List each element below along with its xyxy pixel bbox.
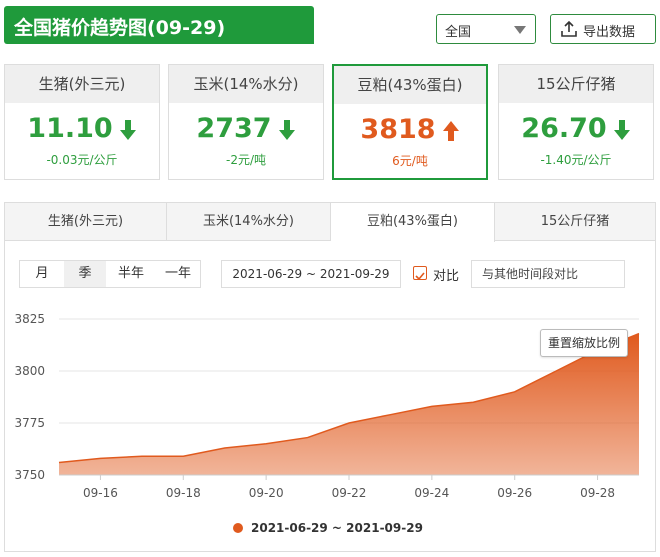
chart-legend[interactable]: 2021-06-29 ~ 2021-09-29 <box>233 521 423 535</box>
price-card-change: -1.40元/公斤 <box>540 153 612 167</box>
x-tick-label: 09-26 <box>497 486 532 500</box>
x-tick-label: 09-16 <box>83 486 118 500</box>
legend-marker <box>233 523 243 533</box>
arrow-down-icon <box>613 119 630 140</box>
price-card-value: 2737 <box>169 113 323 144</box>
arrow-down-icon <box>278 119 295 140</box>
price-area-chart: 3750 3775 3800 3825 09-16 09-18 09-20 09-22 09-2… <box>14 312 640 500</box>
price-card-change: 6元/吨 <box>392 154 428 168</box>
export-button[interactable]: 导出数据 <box>550 14 656 44</box>
page-title: 全国猪价趋势图(09-29) <box>14 17 226 39</box>
price-card-value: 11.10 <box>5 113 159 144</box>
price-card-name: 生猪(外三元) <box>5 65 159 103</box>
x-tick-label: 09-18 <box>166 486 201 500</box>
page-title-bar: 全国猪价趋势图(09-29) <box>4 6 314 44</box>
x-tick-label: 09-22 <box>332 486 367 500</box>
chart-panel: 生猪(外三元) 玉米(14%水分) 豆粕(43%蛋白) 15公斤仔猪 月 季 半… <box>4 202 656 552</box>
arrow-down-icon <box>119 119 136 140</box>
x-tick-label: 09-24 <box>414 486 449 500</box>
price-card-change: -2元/吨 <box>225 153 266 167</box>
price-card-piglet[interactable]: 15公斤仔猪 26.70 -1.40元/公斤 <box>498 64 654 180</box>
upload-icon <box>561 20 577 37</box>
legend-label: 2021-06-29 ~ 2021-09-29 <box>251 521 423 535</box>
price-card-name: 15公斤仔猪 <box>499 65 653 103</box>
price-card-value: 3818 <box>334 114 486 145</box>
price-card-name: 玉米(14%水分) <box>169 65 323 103</box>
export-button-label: 导出数据 <box>583 25 636 40</box>
arrow-up-icon <box>442 120 459 141</box>
x-tick-label: 09-20 <box>249 486 284 500</box>
chevron-down-icon <box>514 26 526 34</box>
price-card-soymeal[interactable]: 豆粕(43%蛋白) 3818 6元/吨 <box>332 64 488 180</box>
price-card-corn[interactable]: 玉米(14%水分) 2737 -2元/吨 <box>168 64 324 180</box>
price-card-change: -0.03元/公斤 <box>46 153 118 167</box>
y-tick-label: 3750 <box>14 468 45 482</box>
y-tick-label: 3825 <box>14 312 45 326</box>
price-card-value: 26.70 <box>499 113 653 144</box>
price-card-hog[interactable]: 生猪(外三元) 11.10 -0.03元/公斤 <box>4 64 160 180</box>
price-card-name: 豆粕(43%蛋白) <box>334 66 486 104</box>
region-select[interactable]: 全国 <box>436 14 536 44</box>
reset-zoom-button[interactable]: 重置缩放比例 <box>540 329 628 357</box>
y-tick-label: 3775 <box>14 416 45 430</box>
region-select-value: 全国 <box>445 25 472 40</box>
x-tick-label: 09-28 <box>580 486 615 500</box>
y-tick-label: 3800 <box>14 364 45 378</box>
